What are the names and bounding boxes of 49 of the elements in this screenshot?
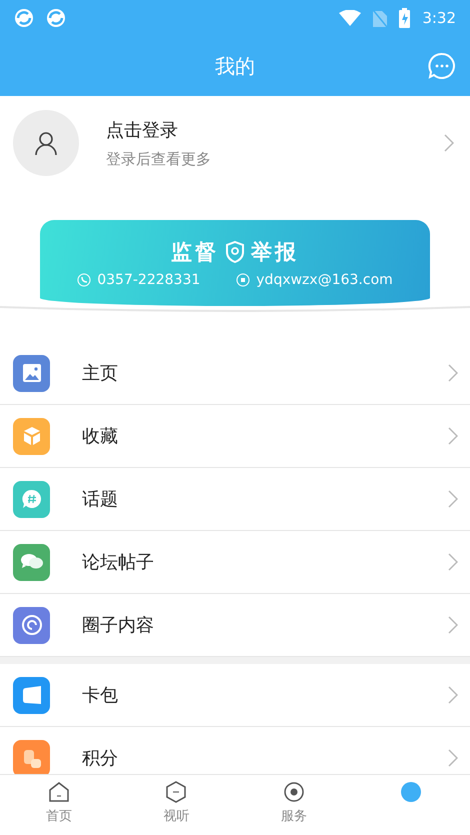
message-button[interactable] <box>428 52 456 80</box>
hexagon-icon <box>165 781 188 803</box>
menu-label: 卡包 <box>82 684 119 707</box>
sync-icon <box>46 8 66 28</box>
menu-label: 论坛帖子 <box>82 551 155 574</box>
chevron-icon <box>448 686 458 704</box>
banner-title: 监督 <box>171 239 219 266</box>
chevron-icon <box>448 427 458 445</box>
status-time: 3:32 <box>422 9 456 27</box>
login-link[interactable]: 点击登录 <box>106 118 417 142</box>
no-sim-icon <box>373 9 388 27</box>
hashtag-bubble-icon <box>20 488 42 510</box>
menu-label: 圈子内容 <box>82 614 155 637</box>
mail-icon <box>236 273 250 287</box>
cube-icon <box>22 426 42 446</box>
menu-label: 话题 <box>82 488 119 511</box>
shield-icon <box>225 241 245 263</box>
menu-label: 积分 <box>82 747 119 770</box>
tab[interactable]: 视听 <box>118 775 235 835</box>
chevron-icon <box>448 490 458 508</box>
menu-item[interactable]: 卡包 <box>0 664 470 727</box>
chevron-icon <box>444 134 454 152</box>
tab[interactable]: 服务 <box>235 775 352 835</box>
menu-label: 收藏 <box>82 425 119 448</box>
target-icon <box>282 781 305 803</box>
profile-icon <box>400 781 422 803</box>
home-icon <box>48 781 70 803</box>
spiral-icon <box>20 614 42 636</box>
login-hint: 登录后查看更多 <box>106 150 212 168</box>
menu-item[interactable]: 主页 <box>0 342 470 405</box>
phone-number: 0357-2228331 <box>97 272 200 288</box>
chevron-icon <box>448 553 458 571</box>
email-address: ydqxwzx@163.com <box>256 272 393 288</box>
menu-item[interactable]: 话题 <box>0 468 470 531</box>
phone-icon <box>77 273 92 287</box>
battery-icon <box>399 8 410 28</box>
wifi-icon <box>339 10 362 26</box>
banner-title: 举报 <box>251 239 299 266</box>
sync-icon <box>14 8 34 28</box>
menu-item[interactable]: 论坛帖子 <box>0 531 470 594</box>
card-icon <box>20 686 42 704</box>
tab[interactable]: 首页 <box>0 775 118 835</box>
chevron-icon <box>448 364 458 382</box>
image-icon <box>22 364 40 382</box>
menu-item[interactable]: 收藏 <box>0 405 470 468</box>
page-title: 我的 <box>215 52 255 80</box>
chevron-icon <box>448 616 458 634</box>
menu-label: 主页 <box>82 362 119 385</box>
chevron-icon <box>448 749 458 767</box>
